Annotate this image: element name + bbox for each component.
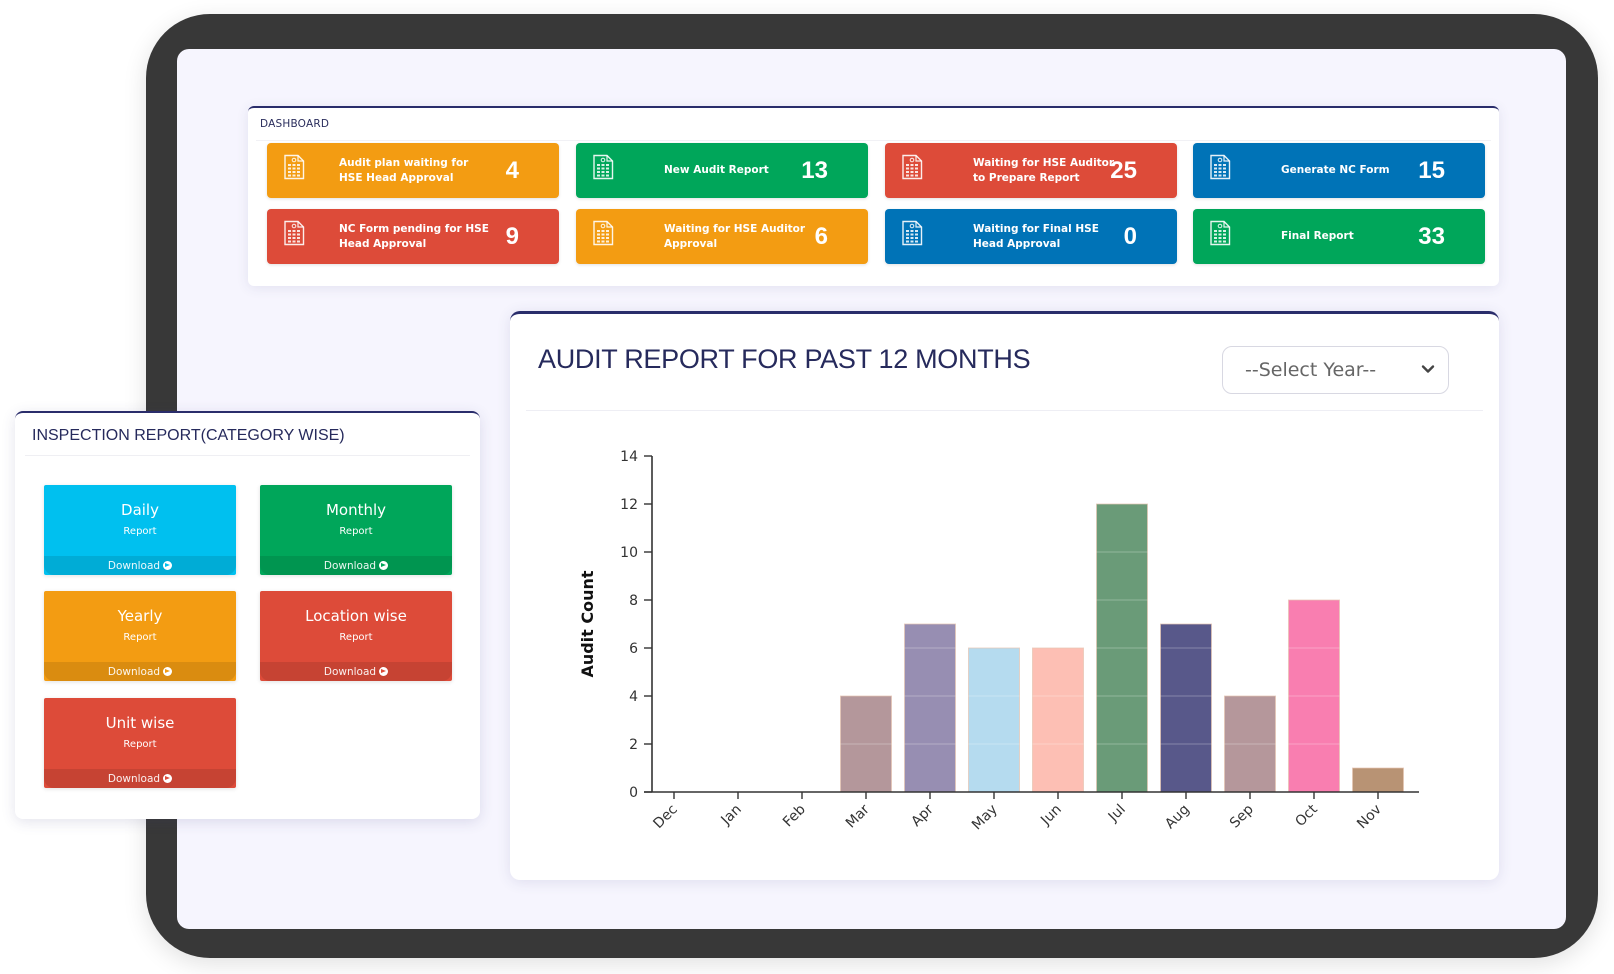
stat-card-waiting-auditor-approval[interactable]: Waiting for HSE Auditor Approval 6 xyxy=(576,209,868,264)
report-card-unit-wise[interactable]: Unit wise Report Download xyxy=(44,698,236,788)
download-label: Download xyxy=(323,559,377,572)
report-name: Yearly xyxy=(117,607,163,625)
report-name: Location wise xyxy=(305,607,407,625)
y-axis-label: Audit Count xyxy=(578,570,597,677)
y-tick-label: 2 xyxy=(629,737,638,753)
x-tick-label: May xyxy=(969,802,1001,834)
x-tick-label: Jan xyxy=(718,802,745,829)
report-subtitle: Report xyxy=(339,526,373,537)
y-tick-label: 8 xyxy=(629,593,638,609)
report-card-monthly[interactable]: Monthly Report Download xyxy=(260,485,452,575)
y-tick-label: 6 xyxy=(629,641,638,657)
dashboard-panel: DASHBOARD Audit plan waiting for HSE Hea… xyxy=(248,106,1499,286)
stat-card-waiting-auditor-prepare[interactable]: Waiting for HSE Auditor to Prepare Repor… xyxy=(885,143,1177,198)
bar-jun xyxy=(1032,647,1084,793)
stat-card-label: Waiting for Final HSE Head Approval xyxy=(973,222,1099,250)
stat-card-label: Waiting for HSE Auditor to Prepare Repor… xyxy=(973,156,1115,184)
x-tick-label: Sep xyxy=(1227,801,1257,831)
stat-card-label: Waiting for HSE Auditor Approval xyxy=(664,222,806,250)
x-tick-label: Feb xyxy=(780,801,809,830)
x-tick-label: Aug xyxy=(1162,802,1193,833)
download-link[interactable]: Download xyxy=(44,662,236,681)
bar-aug xyxy=(1160,623,1212,793)
report-subtitle: Report xyxy=(123,632,157,643)
y-tick-label: 12 xyxy=(620,497,638,513)
report-name: Daily xyxy=(121,501,159,519)
stat-card-count: 4 xyxy=(505,156,519,184)
x-tick-label: Jul xyxy=(1105,802,1129,826)
stat-card-final-report[interactable]: Final Report 33 xyxy=(1193,209,1485,264)
stat-card-label: NC Form pending for HSE Head Approval xyxy=(339,222,489,250)
bar-apr xyxy=(904,623,956,793)
report-subtitle: Report xyxy=(123,526,157,537)
dashboard-title: DASHBOARD xyxy=(260,118,330,130)
audit-chart-panel: AUDIT REPORT FOR PAST 12 MONTHS --Select… xyxy=(510,311,1499,880)
stat-card-count: 15 xyxy=(1418,156,1445,184)
report-name: Monthly xyxy=(325,501,387,519)
x-tick-label: Apr xyxy=(908,801,937,830)
download-link[interactable]: Download xyxy=(44,556,236,575)
download-label: Download xyxy=(107,772,161,785)
document-icon xyxy=(283,154,305,180)
x-tick-label: Jun xyxy=(1037,802,1064,829)
document-icon xyxy=(592,220,614,246)
stat-card-label: Generate NC Form xyxy=(1281,164,1390,176)
divider xyxy=(256,140,1491,141)
y-tick-label: 4 xyxy=(629,689,638,705)
report-card-location-wise[interactable]: Location wise Report Download xyxy=(260,591,452,681)
stat-card-count: 6 xyxy=(814,222,828,250)
stat-card-new-audit-report[interactable]: New Audit Report 13 xyxy=(576,143,868,198)
document-icon xyxy=(1209,154,1231,180)
document-icon xyxy=(283,220,305,246)
x-tick-label: Dec xyxy=(650,802,680,832)
stat-card-generate-nc-form[interactable]: Generate NC Form 15 xyxy=(1193,143,1485,198)
y-tick-label: 0 xyxy=(629,785,638,801)
bar-may xyxy=(968,647,1020,793)
y-tick-label: 10 xyxy=(620,545,638,561)
audit-bar-chart: 0 2 4 6 8 10 12 14 Audit Count Dec Jan Feb Mar Apr May… xyxy=(578,449,1419,834)
report-card-daily[interactable]: Daily Report Download xyxy=(44,485,236,575)
report-subtitle: Report xyxy=(123,739,157,750)
stat-card-count: 9 xyxy=(505,222,519,250)
x-tick-label: Nov xyxy=(1354,802,1385,833)
stat-card-count: 13 xyxy=(801,156,828,184)
x-tick-label: Oct xyxy=(1292,801,1321,830)
arrow-circle-right-icon xyxy=(163,667,173,676)
arrow-circle-right-icon xyxy=(379,667,389,676)
document-icon xyxy=(1209,220,1231,246)
stat-card-audit-plan-waiting[interactable]: Audit plan waiting for HSE Head Approval… xyxy=(267,143,559,198)
document-icon xyxy=(901,154,923,180)
document-icon xyxy=(592,154,614,180)
download-link[interactable]: Download xyxy=(44,769,236,788)
stat-card-label: Final Report xyxy=(1281,230,1354,242)
stat-card-count: 0 xyxy=(1123,222,1137,250)
y-tick-label: 14 xyxy=(620,449,638,465)
divider xyxy=(25,455,470,456)
download-link[interactable]: Download xyxy=(260,662,452,681)
document-icon xyxy=(901,220,923,246)
stat-card-count: 33 xyxy=(1418,222,1445,250)
report-subtitle: Report xyxy=(339,632,373,643)
bar-nov xyxy=(1352,767,1404,793)
download-link[interactable]: Download xyxy=(260,556,452,575)
report-name: Unit wise xyxy=(105,714,175,732)
download-label: Download xyxy=(107,665,161,678)
x-tick-label: Mar xyxy=(843,801,873,831)
arrow-circle-right-icon xyxy=(163,774,173,783)
stat-card-count: 25 xyxy=(1110,156,1137,184)
stat-card-nc-form-pending[interactable]: NC Form pending for HSE Head Approval 9 xyxy=(267,209,559,264)
stat-card-label: New Audit Report xyxy=(664,164,769,176)
arrow-circle-right-icon xyxy=(379,561,389,570)
inspection-report-panel: INSPECTION REPORT(CATEGORY WISE) Daily R… xyxy=(15,411,480,819)
arrow-circle-right-icon xyxy=(163,561,173,570)
stat-card-label: Audit plan waiting for HSE Head Approval xyxy=(339,156,469,184)
report-card-yearly[interactable]: Yearly Report Download xyxy=(44,591,236,681)
download-label: Download xyxy=(323,665,377,678)
download-label: Download xyxy=(107,559,161,572)
inspection-title: INSPECTION REPORT(CATEGORY WISE) xyxy=(32,427,345,444)
stat-card-waiting-final-approval[interactable]: Waiting for Final HSE Head Approval 0 xyxy=(885,209,1177,264)
